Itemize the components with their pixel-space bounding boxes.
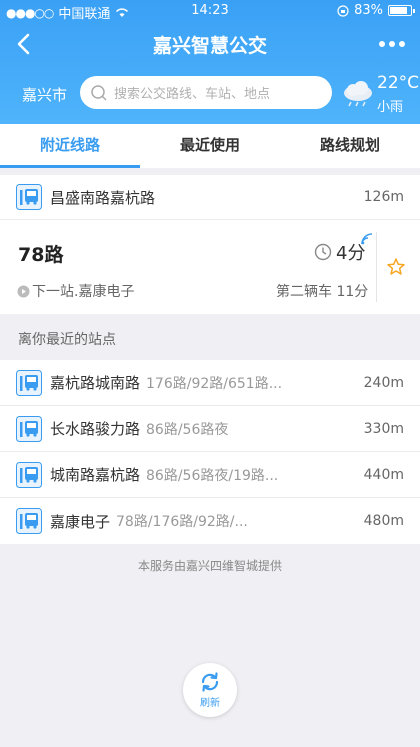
route-card[interactable]: 78路 下一站.嘉康电子 4分 第二辆车 11分 [0,219,420,314]
nearby-stop-row[interactable]: 昌盛南路嘉杭路 126m [0,175,420,219]
cloud-rain-icon [344,81,372,107]
stop-routes: 86路/56路夜 [146,421,229,438]
section-title: 离你最近的站点 [18,332,116,348]
refresh-icon [201,672,219,692]
stop-name: 长水路骏力路 [50,420,141,438]
status-bar: ●●●○○ 中国联通 14:23 83% [0,0,420,22]
stop-routes: 78路/176路/92路/... [116,514,248,530]
list-item[interactable]: 嘉康电子 78路/176路/92路/... 480m [0,498,420,544]
temperature: 22°C [377,73,420,93]
bus-stop-icon [16,415,42,442]
bus-stop-icon [16,508,42,534]
clock-icon [314,243,332,261]
tab-recent[interactable]: 最近使用 [140,124,280,168]
stop-name: 昌盛南路嘉杭路 [50,188,156,207]
refresh-button[interactable]: 刷新 [183,663,237,717]
stop-distance: 480m [363,513,404,529]
route-name: 78路 [18,244,64,266]
rotation-lock-icon [337,4,349,17]
battery-icon [388,5,415,16]
battery-percent: 83% [354,3,383,18]
search-icon [91,84,107,101]
tab-nearby-lines[interactable]: 附近线路 [0,124,140,168]
stop-routes: 86路/56路夜/19路... [146,467,279,484]
nearest-stops-list: 嘉杭路城南路 176路/92路/651路... 240m 长水路骏力路 86路/… [0,360,420,544]
stop-routes: 176路/92路/651路... [146,375,283,392]
list-item[interactable]: 城南路嘉杭路 86路/56路夜/19路... 440m [0,452,420,498]
bus-stop-icon [16,369,42,396]
stop-name: 嘉杭路城南路 [50,374,141,392]
list-item[interactable]: 嘉杭路城南路 176路/92路/651路... 240m [0,360,420,406]
stop-distance: 440m [363,466,404,483]
stop-name: 嘉康电子 [50,512,111,531]
city-selector[interactable]: 嘉兴市 [22,84,67,105]
page-title: 嘉兴智慧公交 [152,35,267,57]
list-item[interactable]: 长水路骏力路 86路/56路夜 330m [0,406,420,452]
tab-route-planning[interactable]: 路线规划 [280,124,420,168]
more-menu-icon[interactable] [376,32,408,56]
eta: 4分 [314,239,365,265]
footer-note: 本服务由嘉兴四维智城提供 [137,559,282,573]
search-placeholder: 搜索公交路线、车站、地点 [114,87,271,102]
stop-name: 城南路嘉杭路 [50,466,141,484]
realtime-signal-icon [361,233,373,245]
bus-stop-icon [16,184,42,210]
tab-bar: 附近线路 最近使用 路线规划 [0,124,420,168]
header: ●●●○○ 中国联通 14:23 83% 嘉兴智慧公交 嘉兴市 搜索公交路线、车… [0,0,420,124]
favorite-star-icon[interactable] [386,257,406,277]
next-stop: 下一站.嘉康电子 [17,281,134,301]
play-circle-icon [17,285,30,297]
stop-distance: 330m [363,420,404,437]
stop-distance: 240m [363,374,404,391]
search-input[interactable]: 搜索公交路线、车站、地点 [80,76,332,109]
second-bus-info: 第二辆车 11分 [276,284,369,300]
divider [376,232,377,302]
stop-distance: 126m [363,189,404,205]
refresh-label: 刷新 [200,698,220,709]
next-stop-label: 下一站.嘉康电子 [32,284,135,300]
bus-stop-icon [16,461,42,488]
navbar: 嘉兴智慧公交 [0,22,420,66]
weather-description: 小雨 [377,100,404,115]
